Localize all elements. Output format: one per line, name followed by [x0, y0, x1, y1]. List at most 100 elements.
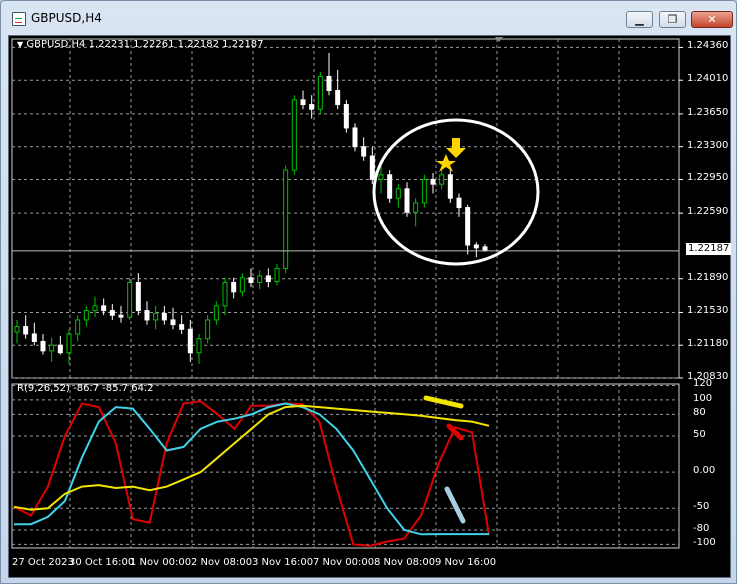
candle-body — [161, 312, 167, 321]
time-axis-label: 3 Nov 16:00 — [252, 557, 314, 568]
candle-body — [187, 328, 193, 354]
candle-body — [404, 188, 410, 213]
candle-body — [335, 90, 341, 106]
main-chart-info: GBPUSD,H4 1.22231 1.22261 1.22182 1.2218… — [26, 39, 264, 50]
cyan-trend-mark — [444, 486, 466, 524]
time-axis-label: 7 Nov 00:00 — [313, 557, 375, 568]
oscillator-axis-label: 0.00 — [693, 465, 716, 477]
candle-body — [135, 281, 141, 312]
candle-body — [231, 281, 237, 293]
candle-body — [248, 277, 254, 283]
chart-window: GBPUSD,H4 ▁ ❐ ✕ ▼ GBPUSD,H4 1.22231 1.22… — [0, 0, 737, 584]
oscillator-axis-label: 80 — [693, 407, 706, 419]
arrow-down-icon — [446, 138, 466, 158]
candle-body — [291, 99, 297, 171]
oscillator-header: R(9,26,52) -86.7 -85.7 64.2 — [17, 383, 153, 394]
candle-body — [83, 310, 89, 321]
candle-body — [309, 104, 315, 110]
chart-app-icon — [12, 12, 26, 26]
candle-body — [369, 155, 375, 180]
time-axis-label: 30 Oct 16:00 — [69, 557, 135, 568]
oscillator-axis-label: 120 — [693, 378, 713, 390]
time-axis-label: 9 Nov 16:00 — [435, 557, 497, 568]
current-price-box: 1.22187 — [686, 243, 732, 255]
candle-body — [421, 178, 427, 204]
restore-button[interactable]: ❐ — [659, 11, 686, 28]
candle-body — [395, 188, 401, 199]
candle-body — [205, 319, 211, 340]
candle-body — [387, 174, 393, 199]
candle-body — [101, 305, 107, 312]
price-axis-label: 1.24360 — [687, 40, 729, 52]
time-axis-label: 1 Nov 00:00 — [130, 557, 192, 568]
candle-body — [413, 202, 419, 213]
candle-body — [57, 344, 63, 354]
candle-body — [274, 267, 280, 283]
candle-body — [456, 197, 462, 209]
candle-body — [49, 344, 55, 352]
candle-body — [239, 277, 245, 293]
candle-body — [300, 99, 306, 106]
price-axis-label: 1.23300 — [687, 139, 729, 151]
candle-body — [92, 305, 98, 312]
oscillator-line-9 — [13, 400, 490, 547]
oscillator-axis-label: -80 — [693, 522, 710, 534]
candle-body — [447, 174, 453, 199]
time-axis-label: 8 Nov 08:00 — [374, 557, 436, 568]
oscillator-axis-label: 50 — [693, 429, 706, 441]
candle-body — [465, 207, 471, 246]
candle-body — [222, 281, 228, 307]
close-button[interactable]: ✕ — [691, 11, 733, 28]
candle-body — [144, 310, 150, 321]
candle-body — [430, 178, 436, 185]
candle-body — [317, 75, 323, 110]
chart-canvas[interactable] — [9, 36, 730, 577]
candle-body — [265, 275, 271, 283]
price-axis-label: 1.21890 — [687, 271, 729, 283]
price-axis-label: 1.21180 — [687, 338, 729, 350]
candle-body — [283, 169, 289, 269]
main-chart-frame — [11, 38, 680, 379]
oscillator-line-52 — [13, 404, 490, 511]
candle-body — [482, 246, 488, 252]
candle-body — [127, 281, 133, 318]
candle-body — [31, 333, 37, 342]
candle-body — [257, 275, 263, 283]
oscillator-axis-label: -50 — [693, 501, 710, 513]
oscillator-axis-label: 100 — [693, 392, 713, 404]
candle-body — [378, 174, 384, 180]
candle-body — [118, 314, 124, 318]
candle-body — [75, 319, 81, 335]
yellow-trend-mark — [423, 395, 464, 409]
price-axis-label: 1.24010 — [687, 73, 729, 85]
candle-body — [170, 319, 176, 326]
candle-body — [153, 312, 159, 321]
title-bar[interactable]: GBPUSD,H4 ▁ ❐ ✕ — [1, 1, 736, 35]
chart-area[interactable]: ▼ GBPUSD,H4 1.22231 1.22261 1.22182 1.22… — [8, 35, 732, 578]
candle-body — [352, 127, 358, 148]
oscillator-line-26 — [14, 402, 489, 536]
candle-body — [213, 305, 219, 321]
candle-body — [439, 174, 445, 185]
candle-body — [23, 325, 29, 335]
candle-body — [361, 146, 367, 157]
triangle-down-icon[interactable]: ▼ — [17, 40, 23, 49]
candle-body — [179, 324, 185, 330]
star-icon — [436, 154, 456, 172]
oscillator-info: R(9,26,52) -86.7 -85.7 64.2 — [17, 383, 154, 394]
candle-body — [66, 333, 72, 354]
candle-body — [109, 310, 115, 316]
time-axis-label: 2 Nov 08:00 — [191, 557, 253, 568]
window-title: GBPUSD,H4 — [31, 11, 102, 25]
price-axis-label: 1.22590 — [687, 206, 729, 218]
minimize-button[interactable]: ▁ — [626, 11, 653, 28]
candle-body — [343, 104, 349, 129]
candle-body — [14, 325, 20, 333]
candle-body — [473, 244, 479, 249]
price-axis-label: 1.23650 — [687, 106, 729, 118]
candle-body — [196, 338, 202, 354]
candle-body — [326, 75, 332, 92]
time-axis-label: 27 Oct 2023 — [12, 557, 74, 568]
price-axis-label: 1.21530 — [687, 305, 729, 317]
main-chart-header: ▼ GBPUSD,H4 1.22231 1.22261 1.22182 1.22… — [17, 39, 264, 50]
